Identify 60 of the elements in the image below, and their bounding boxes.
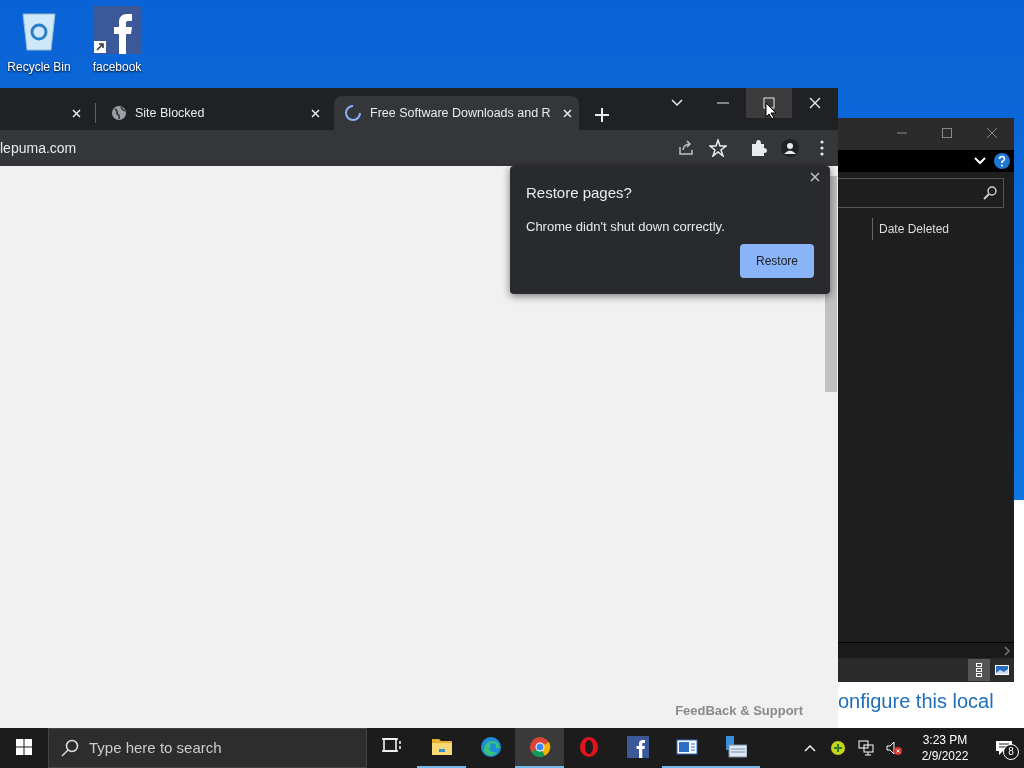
window-heading: onfigure this local bbox=[838, 689, 994, 714]
windows-logo-icon bbox=[16, 739, 32, 755]
more-menu-icon bbox=[820, 140, 824, 156]
chrome-icon bbox=[528, 736, 551, 758]
edge-icon bbox=[479, 736, 502, 758]
close-icon bbox=[986, 128, 997, 138]
star-icon bbox=[709, 139, 727, 157]
chevron-right-icon bbox=[1004, 645, 1010, 656]
minimize-icon bbox=[896, 132, 907, 134]
network-icon bbox=[858, 740, 874, 756]
clock-button[interactable]: 3:23 PM 2/9/2022 bbox=[910, 728, 980, 768]
taskbar-app-button[interactable] bbox=[515, 728, 564, 768]
tab-title: Site Blocked bbox=[135, 104, 206, 122]
close-icon bbox=[562, 108, 572, 118]
horizontal-scrollbar[interactable] bbox=[838, 642, 1014, 658]
computer-icon bbox=[724, 736, 747, 758]
profile-icon bbox=[781, 139, 799, 157]
facebook-icon bbox=[626, 736, 649, 758]
loading-spinner-icon bbox=[344, 104, 362, 122]
desktop-icon-label[interactable]: facebook bbox=[92, 58, 142, 76]
search-icon bbox=[61, 739, 79, 757]
puzzle-icon bbox=[749, 139, 767, 157]
maximize-icon bbox=[763, 97, 775, 109]
close-icon bbox=[72, 108, 81, 118]
chevron-down-icon[interactable] bbox=[974, 157, 986, 165]
restore-button[interactable]: Restore bbox=[739, 244, 814, 278]
close-icon bbox=[810, 172, 820, 182]
help-icon[interactable] bbox=[994, 153, 1010, 169]
folder-icon bbox=[430, 736, 453, 758]
notification-count-badge: 8 bbox=[1003, 744, 1019, 760]
minimize-icon bbox=[717, 102, 729, 104]
opera-icon bbox=[577, 736, 600, 758]
desktop-icon-label[interactable]: Recycle Bin bbox=[7, 58, 71, 76]
share-icon bbox=[677, 139, 695, 157]
browser-tab[interactable]: Free Software Downloads and R bbox=[334, 96, 579, 130]
muted-speaker-icon bbox=[886, 740, 902, 756]
image-icon bbox=[995, 665, 1009, 675]
tab-title: Free Software Downloads and R bbox=[370, 104, 551, 122]
maximize-icon bbox=[941, 128, 952, 138]
mouse-pointer-icon bbox=[765, 102, 777, 120]
chevron-down-icon bbox=[671, 99, 683, 107]
search-icon bbox=[983, 186, 997, 200]
plus-circle-icon bbox=[830, 740, 846, 756]
maximize-button[interactable] bbox=[746, 88, 792, 118]
browser-tab[interactable]: Site Blocked bbox=[101, 96, 334, 130]
notifications-button[interactable]: 8 bbox=[984, 733, 1024, 763]
facebook-icon[interactable] bbox=[93, 6, 141, 54]
dialog-message: Chrome didn't shut down correctly. bbox=[526, 217, 726, 236]
taskbar-search-box[interactable]: Type here to search bbox=[48, 728, 367, 768]
close-icon bbox=[809, 97, 821, 109]
close-icon bbox=[311, 108, 320, 118]
list-view-icon bbox=[976, 663, 982, 677]
column-header[interactable]: Date Deleted bbox=[872, 218, 956, 240]
window-icon bbox=[675, 736, 698, 758]
plus-icon bbox=[595, 108, 609, 122]
details-view-button[interactable] bbox=[968, 659, 990, 681]
dialog-title: Restore pages? bbox=[526, 183, 633, 203]
search-field[interactable] bbox=[836, 178, 1004, 208]
search-input[interactable]: Type here to search bbox=[87, 735, 337, 761]
globe-icon bbox=[111, 105, 127, 121]
